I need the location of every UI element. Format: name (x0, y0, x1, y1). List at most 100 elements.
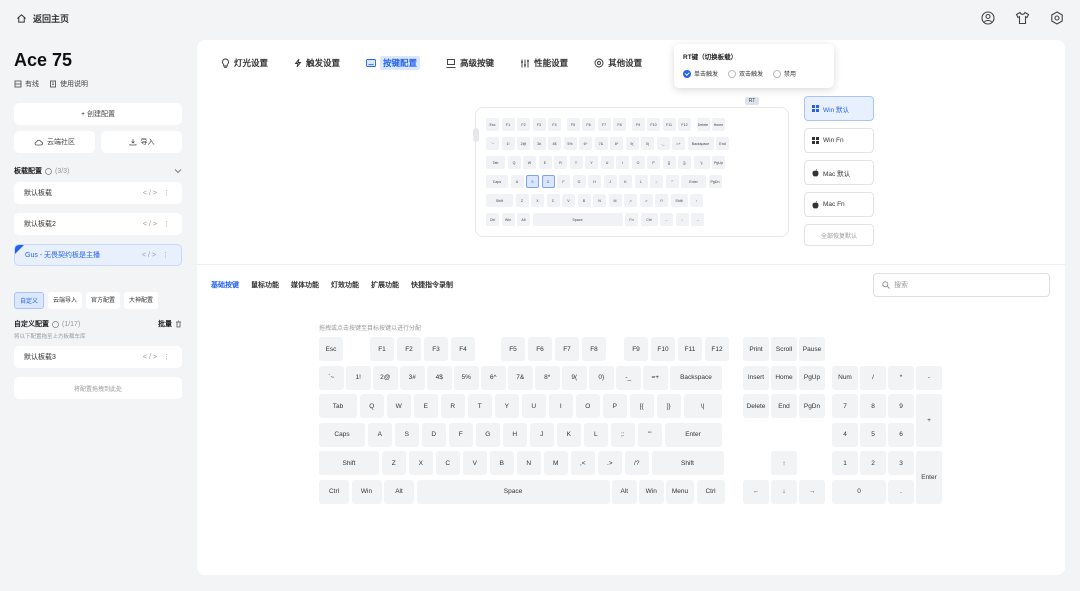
preview-key[interactable]: F6 (582, 118, 595, 131)
preview-key[interactable]: Shift (670, 194, 688, 207)
ftab-media[interactable]: 媒体功能 (291, 280, 319, 290)
palette-key[interactable]: D (421, 422, 446, 447)
preview-key[interactable]: 6^ (579, 137, 592, 150)
palette-key[interactable]: 5% (454, 365, 479, 390)
palette-key[interactable]: F9 (624, 337, 648, 361)
rt-key-badge[interactable]: RT (745, 97, 759, 105)
preview-key[interactable]: `~ (486, 137, 499, 150)
palette-key[interactable]: V (462, 451, 487, 475)
manual-link[interactable]: 使用说明 (49, 79, 88, 89)
preview-key[interactable]: PgUp (712, 156, 725, 169)
preview-key[interactable]: G (572, 175, 586, 188)
filter-tab-official[interactable]: 官方配置 (86, 292, 121, 309)
palette-key[interactable]: .> (597, 451, 622, 475)
palette-key[interactable]: \| (683, 394, 722, 418)
palette-key[interactable]: 1 (832, 451, 858, 475)
preview-key[interactable]: → (691, 213, 704, 226)
preset-mac-fn[interactable]: Mac Fn (804, 192, 874, 217)
arrow-key[interactable]: ↓ (771, 479, 797, 504)
palette-key[interactable]: 7& (508, 365, 533, 390)
palette-key[interactable]: B (489, 451, 514, 475)
ftab-basic[interactable]: 基础按键 (211, 280, 239, 290)
arrow-key[interactable]: ← (743, 479, 769, 504)
preview-key[interactable]: Delete (696, 118, 710, 131)
preview-key[interactable]: PgDn (708, 175, 722, 188)
preview-key[interactable]: 7& (594, 137, 608, 150)
preview-key[interactable]: 3# (532, 137, 546, 150)
palette-key[interactable]: Scroll (771, 337, 797, 361)
rt-option-disable[interactable]: 禁用 (773, 69, 796, 78)
palette-key[interactable]: ;: (610, 422, 635, 447)
preview-key[interactable]: F2 (517, 118, 530, 131)
palette-key[interactable]: Shift (651, 451, 724, 475)
palette-key[interactable]: Shift (319, 451, 379, 475)
preview-key[interactable]: B (577, 194, 591, 207)
palette-key[interactable]: X (408, 451, 433, 475)
knob[interactable] (473, 128, 479, 142)
palette-key[interactable]: / (860, 365, 886, 390)
preview-key[interactable]: =+ (672, 137, 685, 150)
palette-key[interactable]: PgUp (799, 365, 825, 390)
filter-tab-cloud[interactable]: 云端导入 (48, 292, 83, 309)
preview-key[interactable]: O (631, 156, 645, 169)
palette-key[interactable]: K (556, 422, 581, 447)
palette-key[interactable]: Caps (319, 422, 365, 447)
preview-key[interactable]: 5% (563, 137, 577, 150)
palette-key[interactable]: 6^ (481, 365, 506, 390)
palette-key[interactable]: 0) (589, 365, 614, 390)
palette-key[interactable]: -_ (616, 365, 641, 390)
preview-key[interactable]: F11 (662, 118, 676, 131)
palette-key[interactable]: F4 (451, 337, 475, 361)
preview-key[interactable]: Backspace (687, 137, 714, 150)
palette-key[interactable]: - (916, 365, 942, 390)
preview-key[interactable]: P (647, 156, 660, 169)
preview-key[interactable]: Q (507, 156, 521, 169)
preview-key[interactable]: ,< (624, 194, 637, 207)
preview-key[interactable]: I (616, 156, 629, 169)
preview-key[interactable]: D (541, 175, 555, 188)
palette-key[interactable]: PgDn (799, 394, 825, 418)
preview-key[interactable]: F8 (613, 118, 626, 131)
palette-key[interactable]: 6 (888, 422, 914, 447)
palette-key[interactable]: 0 (832, 479, 886, 504)
preview-key[interactable]: F5 (566, 118, 580, 131)
palette-key[interactable]: F1 (370, 337, 394, 361)
palette-key[interactable]: * (888, 365, 914, 390)
tab-performance[interactable]: 性能设置 (517, 54, 571, 72)
palette-key[interactable]: Space (416, 479, 610, 504)
palette-key[interactable]: F3 (424, 337, 448, 361)
preview-key[interactable]: Y (585, 156, 598, 169)
palette-key[interactable]: Ctrl (319, 479, 349, 504)
palette-key[interactable]: Alt (612, 479, 637, 504)
palette-key[interactable]: F12 (705, 337, 729, 361)
palette-key[interactable]: ,< (570, 451, 595, 475)
preview-key[interactable]: R (554, 156, 567, 169)
palette-key[interactable]: H (502, 422, 527, 447)
home-link[interactable]: 返回主页 (16, 12, 69, 25)
preview-key[interactable]: Enter (681, 175, 706, 188)
ftab-mouse[interactable]: 鼠标功能 (251, 280, 279, 290)
preview-key[interactable]: T (569, 156, 583, 169)
palette-key[interactable]: F (448, 422, 473, 447)
preview-key[interactable]: '" (665, 175, 679, 188)
palette-key[interactable]: 1! (346, 365, 371, 390)
custom-item-1[interactable]: 默认板载3 </> ⋮ (14, 346, 182, 368)
palette-key[interactable]: 3 (888, 451, 914, 475)
ftab-extended[interactable]: 扩展功能 (371, 280, 399, 290)
preview-key[interactable]: F4 (548, 118, 561, 131)
palette-key[interactable]: ]} (656, 394, 681, 418)
preview-key[interactable]: .> (639, 194, 653, 207)
palette-key[interactable]: End (771, 394, 797, 418)
preview-key[interactable]: F9 (631, 118, 645, 131)
palette-key[interactable]: 8* (535, 365, 560, 390)
palette-key[interactable]: M (543, 451, 568, 475)
palette-key[interactable]: P (602, 394, 627, 418)
preview-key[interactable]: ↑ (690, 194, 703, 207)
palette-key[interactable]: Y (494, 394, 519, 418)
palette-key[interactable]: /? (624, 451, 649, 475)
tab-other[interactable]: 其他设置 (591, 54, 645, 72)
palette-key[interactable]: 2 (860, 451, 886, 475)
palette-key[interactable]: + (916, 394, 942, 447)
palette-key[interactable]: F8 (582, 337, 606, 361)
preset-win-fn[interactable]: Win Fn (804, 128, 874, 153)
